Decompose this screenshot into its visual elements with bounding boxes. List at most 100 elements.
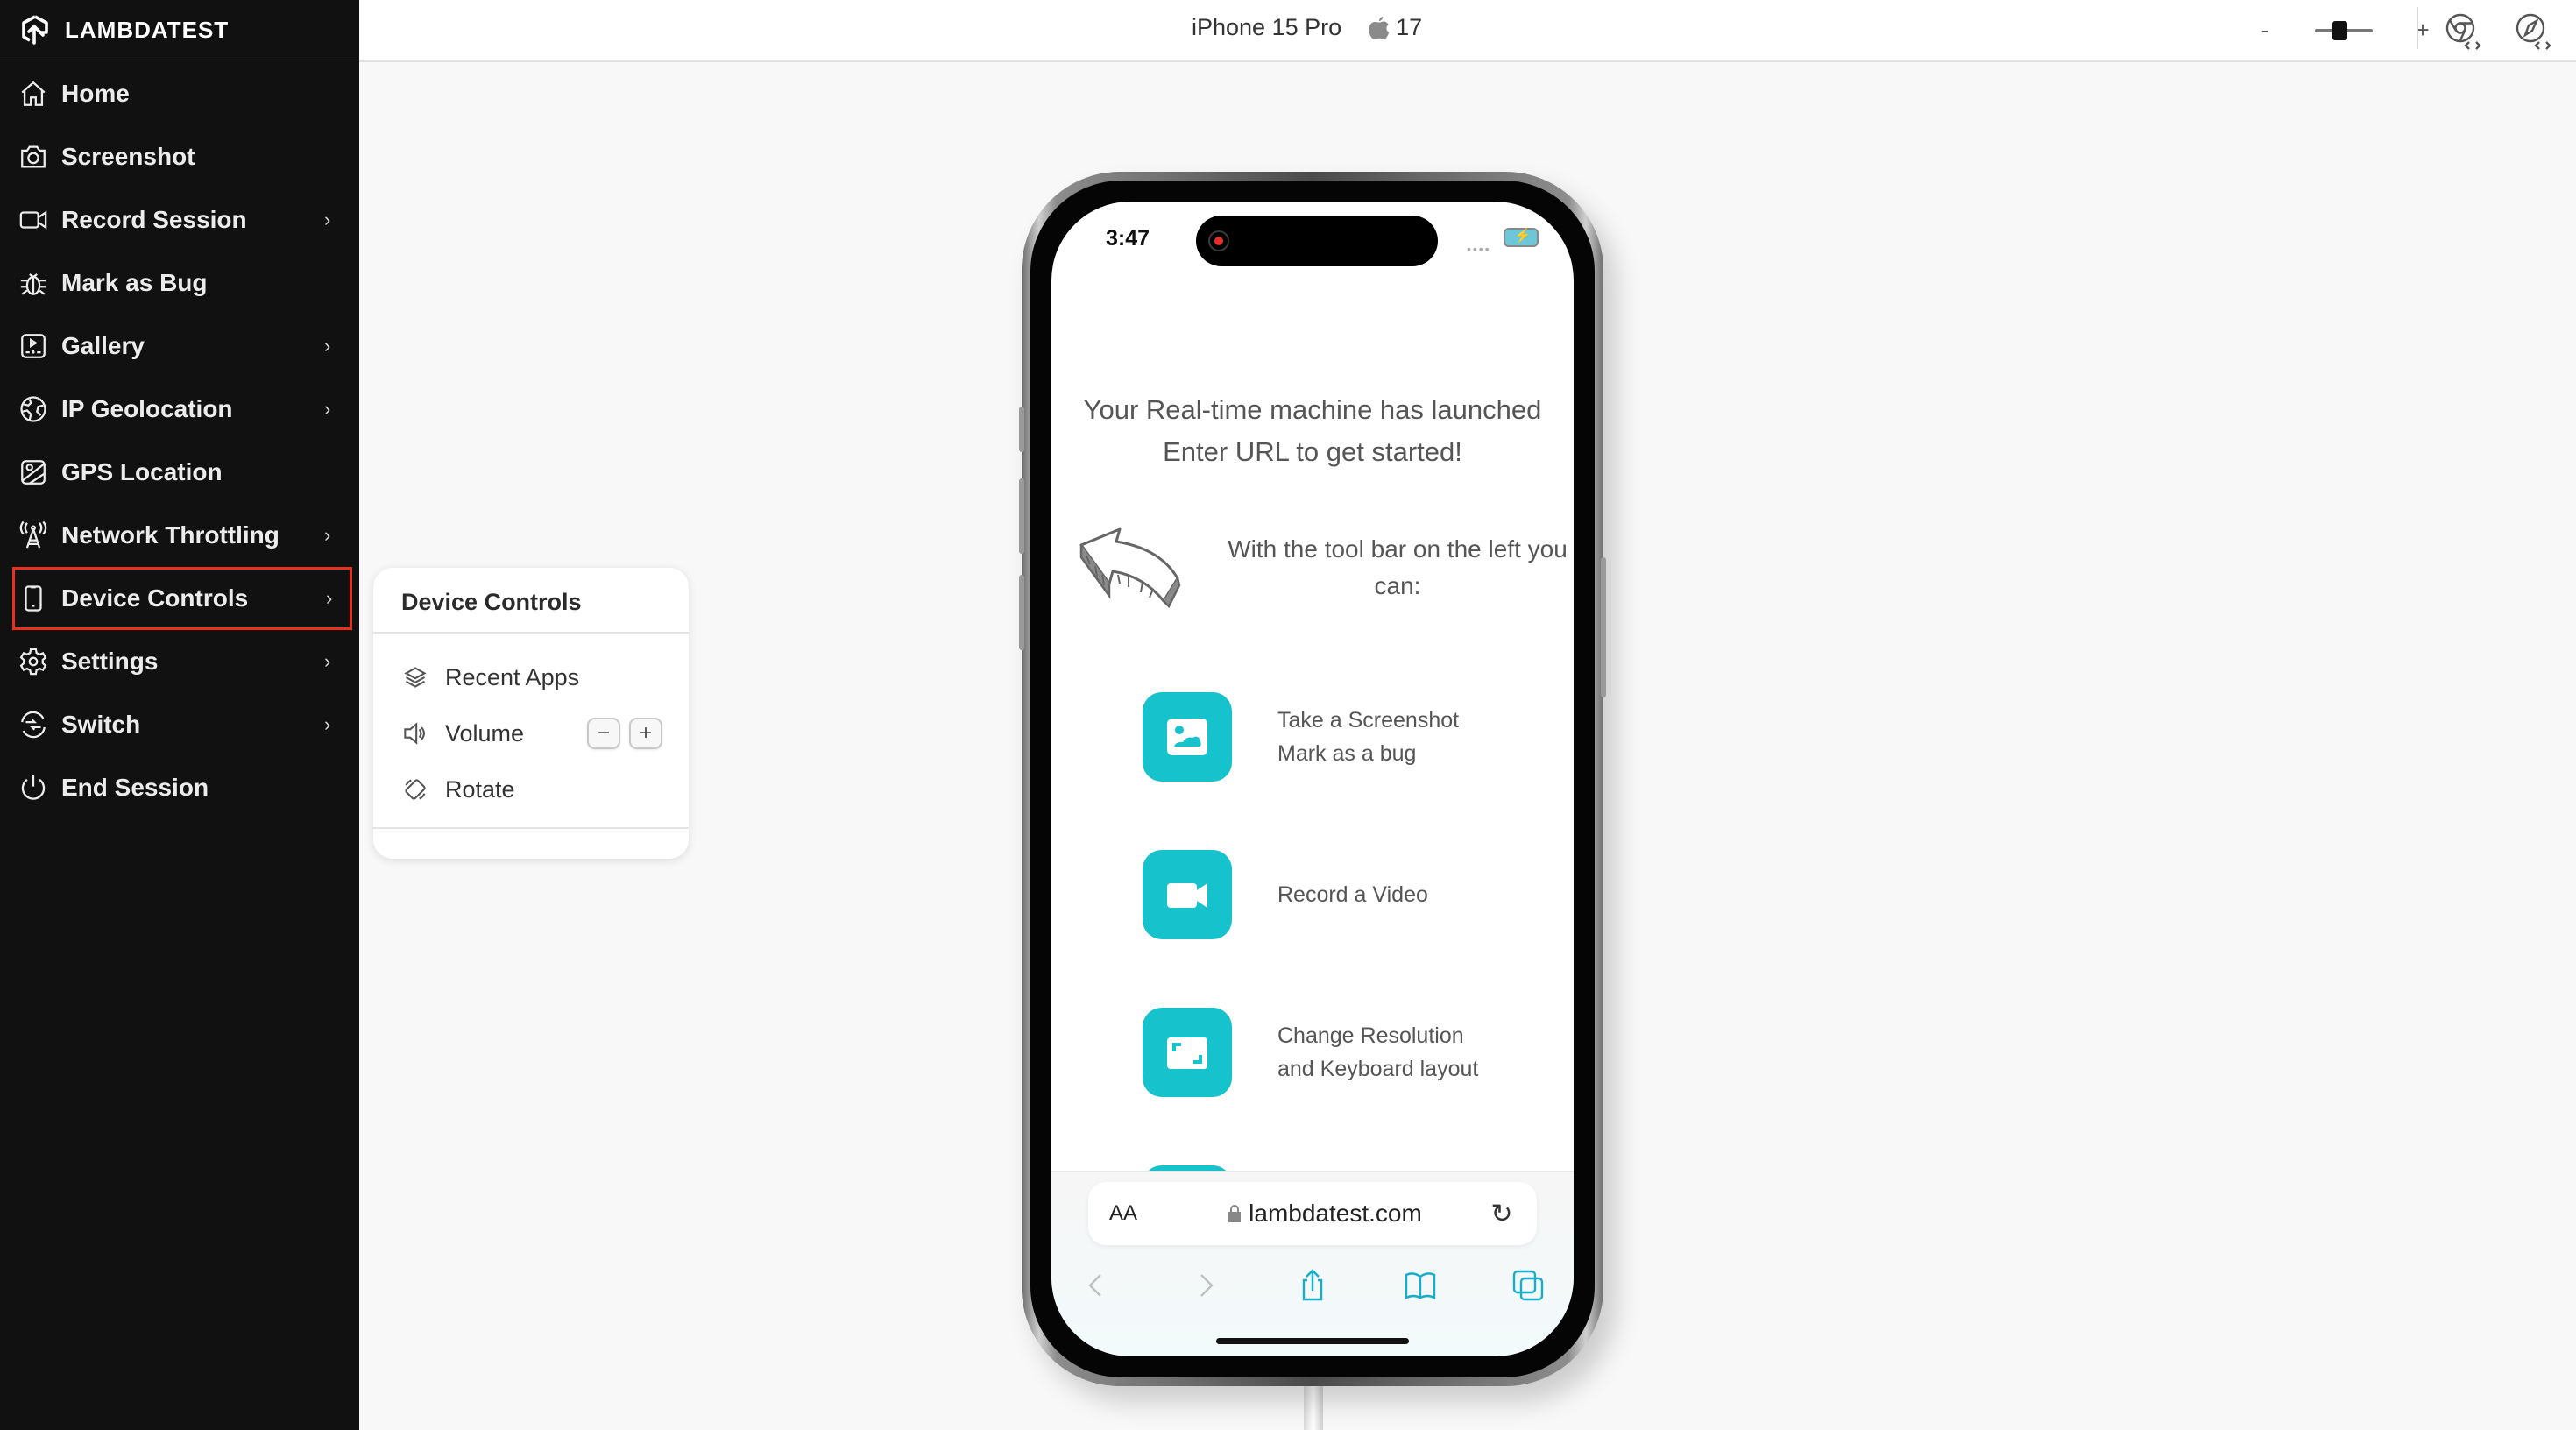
browser-nav-bar: [1078, 1263, 1547, 1308]
menu-item-recent-apps[interactable]: Recent Apps: [373, 649, 689, 705]
brand-name: LAMBDATEST: [65, 16, 230, 43]
forward-button[interactable]: [1185, 1266, 1224, 1305]
feature-text: Take a Screenshot Mark as a bug: [1277, 704, 1459, 770]
reload-icon[interactable]: ↻: [1488, 1199, 1516, 1229]
safari-devtools-icon[interactable]: [2513, 11, 2555, 53]
book-icon: [1405, 1272, 1436, 1299]
sidebar-item-label: Device Controls: [61, 584, 249, 612]
popup-menu: Recent Apps Volume − + Rotate: [373, 634, 689, 818]
safari-toolbar: AA lambdatest.com ↻: [1051, 1171, 1574, 1356]
lock-icon: [1228, 1205, 1242, 1222]
volume-up-button[interactable]: +: [629, 718, 662, 749]
gallery-icon: [18, 330, 49, 362]
chevron-right-icon: ›: [324, 209, 331, 230]
chevron-right-icon: ›: [324, 398, 331, 420]
sidebar-item-label: GPS Location: [61, 458, 223, 485]
sidebar-item-label: Settings: [61, 648, 159, 675]
feature-line: Change Resolution: [1277, 1023, 1464, 1048]
feature-record-video: Record a Video: [1143, 850, 1428, 939]
popup-title: Device Controls: [373, 568, 689, 634]
volume-down-hardware-button: [1019, 575, 1024, 650]
globe-icon: [18, 393, 49, 425]
rotate-icon: [403, 777, 428, 802]
speaker-icon: [403, 721, 428, 746]
sidebar-item-label: Gallery: [61, 332, 145, 359]
lambdatest-logo-icon: [22, 15, 48, 45]
device-info: iPhone 15 Pro 17: [1192, 14, 1422, 41]
feature-screenshot: Take a Screenshot Mark as a bug: [1143, 692, 1459, 782]
back-button[interactable]: [1078, 1266, 1116, 1305]
sidebar: LAMBDATEST Home Screenshot Record Sessio…: [0, 0, 359, 1430]
hand-drawn-arrow-icon: [1079, 527, 1181, 609]
map-pin-icon: [18, 457, 49, 488]
sidebar-item-screenshot[interactable]: Screenshot: [0, 125, 359, 188]
share-button[interactable]: [1293, 1266, 1332, 1305]
chevron-right-icon: ›: [324, 335, 331, 357]
bookmarks-button[interactable]: [1401, 1266, 1440, 1305]
chevron-right-icon: ›: [324, 650, 331, 672]
camera-icon: [18, 141, 49, 173]
dynamic-island: [1196, 216, 1438, 266]
sidebar-item-label: Switch: [61, 711, 141, 738]
text-size-button[interactable]: AA: [1109, 1201, 1162, 1226]
sidebar-item-ip-geolocation[interactable]: IP Geolocation ›: [0, 378, 359, 441]
switch-icon: [18, 709, 49, 740]
gear-icon: [18, 646, 49, 677]
device-screen[interactable]: 3:47 •••• Your Real-time machine has lau…: [1051, 202, 1574, 1356]
menu-item-rotate[interactable]: Rotate: [373, 761, 689, 818]
volume-up-hardware-button: [1019, 478, 1024, 554]
sidebar-item-switch[interactable]: Switch ›: [0, 693, 359, 756]
device-name: iPhone 15 Pro: [1192, 14, 1342, 40]
side-power-button: [1601, 557, 1606, 697]
chrome-devtools-icon[interactable]: [2443, 11, 2485, 53]
zoom-slider-thumb[interactable]: [2332, 20, 2347, 40]
address-bar[interactable]: AA lambdatest.com ↻: [1088, 1182, 1537, 1245]
sidebar-item-gps-location[interactable]: GPS Location: [0, 441, 359, 504]
share-icon: [1302, 1269, 1323, 1301]
tabs-icon: [1512, 1270, 1544, 1301]
sidebar-item-end-session[interactable]: End Session: [0, 756, 359, 819]
action-button: [1019, 407, 1024, 452]
volume-buttons: − +: [587, 718, 662, 749]
home-indicator: [1216, 1338, 1409, 1344]
bug-icon: [18, 267, 49, 299]
welcome-message: Your Real-time machine has launched Ente…: [1083, 394, 1542, 467]
signal-icon: ••••: [1467, 242, 1491, 256]
brand-logo[interactable]: LAMBDATEST: [0, 0, 359, 60]
antenna-icon: [18, 520, 49, 551]
layers-icon: [403, 665, 428, 690]
sidebar-item-record-session[interactable]: Record Session ›: [0, 188, 359, 251]
volume-down-button[interactable]: −: [587, 718, 620, 749]
zoom-slider[interactable]: [2315, 20, 2373, 40]
sidebar-item-network-throttling[interactable]: Network Throttling ›: [0, 504, 359, 567]
zoom-in-button[interactable]: +: [2410, 17, 2436, 44]
apple-icon: [1369, 16, 1390, 39]
home-icon: [18, 78, 49, 110]
sidebar-item-gallery[interactable]: Gallery ›: [0, 315, 359, 378]
device-bezel: 3:47 •••• Your Real-time machine has lau…: [1030, 181, 1595, 1377]
chevron-right-icon: ›: [326, 587, 333, 609]
sidebar-item-settings[interactable]: Settings ›: [0, 630, 359, 693]
feature-change-resolution: Change Resolution and Keyboard layout: [1143, 1008, 1478, 1097]
sidebar-item-home[interactable]: Home: [0, 62, 359, 125]
sidebar-item-mark-as-bug[interactable]: Mark as Bug: [0, 251, 359, 315]
menu-item-label: Recent Apps: [445, 663, 580, 690]
sidebar-item-label: Record Session: [61, 206, 247, 233]
battery-charging-icon: [1504, 227, 1539, 247]
feature-line: Take a Screenshot: [1277, 708, 1460, 733]
feature-text: Change Resolution and Keyboard layout: [1277, 1019, 1478, 1086]
toolbar-hint: With the tool bar on the left you can:: [1228, 535, 1568, 599]
sidebar-item-device-controls[interactable]: Device Controls ›: [12, 567, 352, 630]
feature-line: Record a Video: [1277, 882, 1428, 907]
menu-item-label: Rotate: [445, 775, 515, 803]
sidebar-item-label: IP Geolocation: [61, 395, 233, 422]
recording-indicator-icon: [1208, 230, 1229, 251]
url-field[interactable]: lambdatest.com: [1162, 1200, 1488, 1228]
tabs-button[interactable]: [1509, 1266, 1547, 1305]
mobile-icon: [18, 583, 49, 614]
chevron-right-icon: ›: [324, 524, 331, 546]
feature-line: and Keyboard layout: [1277, 1057, 1479, 1081]
sidebar-item-label: Network Throttling: [61, 521, 280, 549]
zoom-out-button[interactable]: -: [2252, 17, 2278, 44]
sidebar-item-label: Screenshot: [61, 143, 195, 170]
